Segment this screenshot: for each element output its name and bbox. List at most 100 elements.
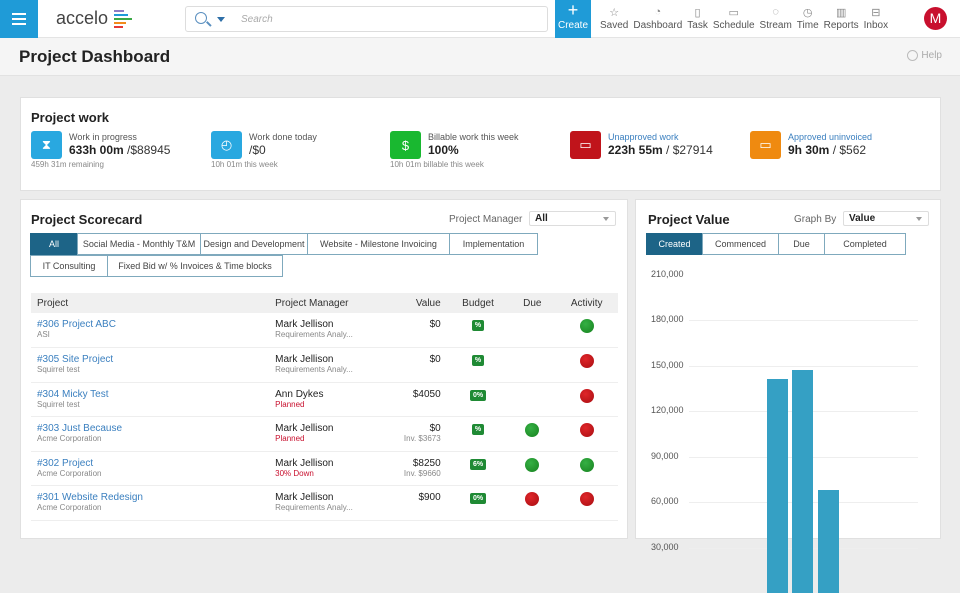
tab-commenced[interactable]: Commenced — [702, 233, 779, 255]
tab-implementation[interactable]: Implementation — [449, 233, 538, 255]
tab-it-consulting[interactable]: IT Consulting — [30, 255, 108, 277]
table-row[interactable]: #303 Just Because Acme Corporation Mark Je… — [31, 416, 618, 452]
table-row[interactable]: #302 Project Acme Corporation Mark Jelliso… — [31, 451, 618, 486]
budget-badge[interactable]: % — [471, 320, 485, 331]
activity-cell — [555, 416, 618, 452]
create-button[interactable]: + Create — [555, 0, 591, 38]
project-manager-value: All — [535, 213, 548, 224]
user-avatar[interactable]: M — [924, 7, 947, 30]
hamburger-menu-icon[interactable] — [0, 0, 38, 38]
nav-reports[interactable]: ▥ Reports — [824, 4, 859, 32]
clock-icon: ◷ — [802, 6, 813, 19]
page-header: Project Dashboard Help — [0, 38, 960, 76]
activity-status-red-icon[interactable] — [579, 492, 594, 506]
nav-inbox[interactable]: ⊟ Inbox — [864, 4, 888, 32]
stat-label[interactable]: Unapproved work — [608, 132, 679, 142]
chevron-down-icon — [603, 217, 609, 221]
activity-status-red-icon[interactable] — [579, 423, 594, 437]
client-name: Acme Corporation — [37, 434, 102, 443]
activity-status-green-icon[interactable] — [579, 457, 594, 472]
project-cell: #306 Project ABC ASI — [31, 313, 270, 348]
column-header-due[interactable]: Due — [509, 293, 556, 313]
activity-status-red-icon[interactable] — [579, 354, 594, 368]
chevron-down-icon — [916, 217, 922, 221]
budget-badge[interactable]: 0% — [469, 493, 487, 504]
help-link[interactable]: Help — [907, 50, 942, 61]
nav-saved[interactable]: ☆ Saved — [600, 4, 628, 32]
y-tick-label: 120,000 — [651, 405, 684, 416]
project-link[interactable]: #302 Project — [37, 458, 263, 469]
budget-cell: 0% — [446, 485, 510, 521]
stat-label[interactable]: Approved uninvoiced — [788, 132, 872, 142]
manager-cell: Mark Jellison Planned — [269, 416, 395, 452]
column-header-activity[interactable]: Activity — [555, 293, 618, 313]
project-work-title: Project work — [31, 110, 110, 125]
nav-schedule[interactable]: ▭ Schedule — [713, 4, 755, 32]
project-link[interactable]: #303 Just Because — [37, 423, 263, 434]
project-link[interactable]: #301 Website Redesign — [37, 492, 263, 503]
bar-1[interactable] — [767, 379, 788, 593]
nav-time[interactable]: ◷ Time — [796, 4, 819, 32]
activity-status-green-icon[interactable] — [579, 319, 594, 333]
table-row[interactable]: #306 Project ABC ASI Mark Jellison Requirem… — [31, 313, 618, 348]
logo-bar — [114, 21, 127, 24]
table-row[interactable]: #301 Website Redesign Acme Corporation Mar… — [31, 485, 618, 521]
bar-2[interactable] — [792, 370, 813, 593]
due-cell — [509, 451, 556, 486]
y-tick-label: 150,000 — [651, 359, 684, 370]
budget-badge[interactable]: 6% — [469, 458, 487, 470]
client-name: Squirrel test — [37, 365, 80, 374]
search-icon[interactable] — [195, 12, 207, 24]
stat-value-bold: 100% — [428, 143, 459, 157]
bar-3[interactable] — [818, 490, 839, 593]
nav-stream[interactable]: ◌ Stream — [760, 4, 792, 31]
column-header-budget[interactable]: Budget — [446, 293, 510, 313]
due-status-green-icon[interactable] — [525, 457, 540, 472]
star-icon: ☆ — [609, 6, 620, 19]
search-scope-dropdown-icon[interactable] — [217, 17, 225, 22]
tab-design-and-development[interactable]: Design and Development — [200, 233, 308, 255]
column-header-project-manager[interactable]: Project Manager — [269, 293, 395, 313]
budget-badge[interactable]: % — [471, 424, 485, 435]
nav-dashboard[interactable]: ◔ Dashboard — [633, 4, 682, 31]
tab-website-milestone-invoicing[interactable]: Website - Milestone Invoicing — [307, 233, 450, 255]
logo-bars-icon — [114, 9, 133, 28]
budget-badge[interactable]: % — [471, 355, 485, 366]
activity-cell — [555, 451, 618, 486]
budget-badge[interactable]: 0% — [469, 389, 487, 401]
top-bar: accelo Search + Create ☆ Saved ◔ Dashboard ▯… — [0, 0, 960, 38]
y-tick-label: 180,000 — [651, 314, 684, 325]
tab-due[interactable]: Due — [778, 233, 825, 255]
value-cell: $8250 Inv. $9660 — [394, 451, 447, 486]
project-manager-select[interactable]: All — [529, 211, 616, 226]
project-work-card: Project work ⧗ Work in progress 633h 00m /… — [20, 97, 941, 191]
project-link[interactable]: #305 Site Project — [37, 354, 263, 365]
client-name: Squirrel test — [37, 399, 80, 409]
stat-value: 633h 00m /$88945 — [69, 143, 170, 157]
stat-value: 223h 55m / $27914 — [608, 143, 713, 157]
project-cell: #303 Just Because Acme Corporation — [31, 416, 270, 452]
graph-by-select[interactable]: Value — [843, 211, 929, 226]
value-cell: $0 Inv. $3673 — [394, 416, 447, 452]
search-box[interactable]: Search — [185, 6, 548, 32]
column-header-project[interactable]: Project — [31, 293, 270, 313]
due-status-red-icon[interactable] — [525, 492, 540, 506]
table-row[interactable]: #305 Site Project Squirrel test Mark Jelli… — [31, 347, 618, 383]
tab-all[interactable]: All — [30, 233, 78, 255]
due-status-green-icon[interactable] — [525, 423, 540, 437]
nav-task[interactable]: ▯ Task — [687, 4, 708, 32]
due-cell — [509, 382, 556, 417]
tab-fixed-bid-w-invoices-time-blocks[interactable]: Fixed Bid w/ % Invoices & Time blocks — [107, 255, 283, 277]
search-input[interactable]: Search — [241, 14, 273, 25]
table-row[interactable]: #304 Micky Test Squirrel test Ann Dykes Pla… — [31, 382, 618, 417]
project-link[interactable]: #304 Micky Test — [37, 389, 263, 400]
nav-label: Time — [796, 20, 819, 31]
tab-created[interactable]: Created — [646, 233, 703, 255]
tab-social-media-monthly-t-m[interactable]: Social Media - Monthly T&M — [77, 233, 201, 255]
accelo-logo[interactable]: accelo — [56, 8, 133, 29]
activity-status-red-icon[interactable] — [579, 388, 594, 403]
tab-completed[interactable]: Completed — [824, 233, 906, 255]
column-header-value[interactable]: Value — [394, 293, 447, 313]
due-cell — [509, 347, 556, 383]
project-link[interactable]: #306 Project ABC — [37, 319, 263, 330]
